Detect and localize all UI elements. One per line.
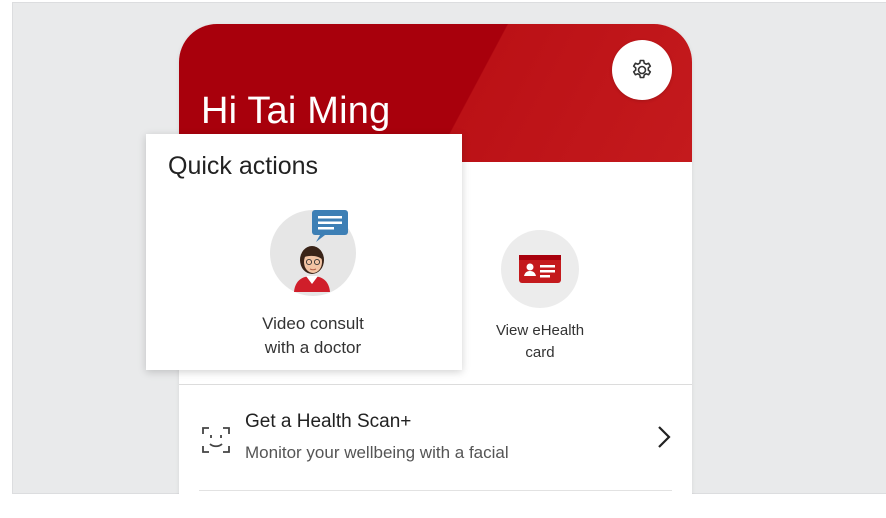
- chevron-right-icon: [658, 426, 671, 448]
- id-card-icon: [519, 255, 561, 283]
- ehealth-icon-circle: [501, 230, 579, 308]
- health-scan-row[interactable]: Get a Health Scan+ Monitor your wellbein…: [179, 385, 692, 489]
- gear-icon: [632, 59, 652, 79]
- face-scan-icon: [202, 427, 230, 453]
- quick-actions-panel: Quick actions Video consult with a docto…: [146, 134, 462, 370]
- section-divider: [199, 490, 672, 491]
- bottom-margin: [0, 494, 886, 518]
- ehealth-label: View eHealth card: [495, 322, 585, 361]
- doctor-chat-icon: [294, 210, 348, 292]
- video-consult-label[interactable]: Video consult with a doctor: [204, 312, 422, 360]
- health-scan-title: Get a Health Scan+: [245, 411, 412, 432]
- health-scan-subtitle: Monitor your wellbeing with a facial: [245, 443, 509, 462]
- quick-actions-title: Quick actions: [168, 152, 319, 180]
- app-screenshot: Hi Tai Ming View eHealth card Get a Heal…: [0, 0, 886, 518]
- greeting-title: Hi Tai Ming: [201, 90, 391, 132]
- view-ehealth-card-action[interactable]: View eHealth card: [479, 230, 601, 364]
- settings-button[interactable]: [612, 40, 672, 100]
